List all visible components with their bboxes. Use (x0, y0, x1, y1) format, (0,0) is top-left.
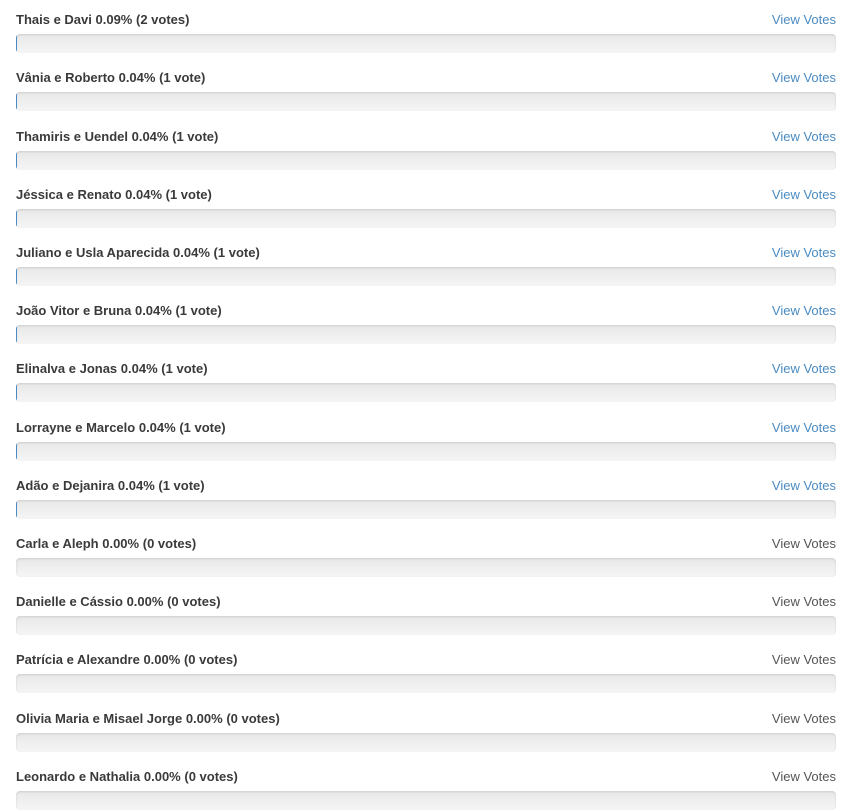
poll-option-votes: (1 vote) (179, 420, 226, 435)
poll-progress-bar (16, 151, 836, 170)
view-votes-disabled-link: View Votes (771, 652, 836, 667)
poll-option-row: Adão e Dejanira 0.04% (1 vote) View Vote… (16, 476, 836, 520)
poll-progress-bar (16, 442, 836, 461)
view-votes-link[interactable]: View Votes (772, 359, 836, 379)
poll-option-percent: 0.04% (118, 70, 156, 85)
poll-option-percent: 0.04% (173, 245, 210, 260)
poll-option-row: João Vitor e Bruna 0.04% (1 vote) View V… (16, 301, 836, 345)
poll-option-votes: (1 vote) (175, 303, 222, 318)
poll-option-votes: (1 vote) (213, 245, 260, 260)
poll-option-row: Carla e Aleph 0.00% (0 votes) View Votes (16, 534, 836, 578)
poll-progress-bar (16, 616, 836, 635)
poll-option-label: Thamiris e Uendel 0.04% (1 vote) (16, 127, 218, 147)
poll-option-percent: 0.00% (143, 652, 181, 667)
poll-option-row: Elinalva e Jonas 0.04% (1 vote) View Vot… (16, 359, 836, 403)
view-votes-link[interactable]: View Votes (772, 10, 836, 30)
poll-progress-bar (16, 383, 836, 402)
poll-option-votes: (0 votes) (142, 536, 197, 551)
view-votes-link[interactable]: View Votes (772, 185, 836, 205)
view-votes-link[interactable]: View Votes (772, 243, 836, 263)
poll-option-name: Jéssica e Renato (16, 187, 122, 202)
poll-option-label: Vânia e Roberto 0.04% (1 vote) (16, 68, 205, 88)
poll-option-name: João Vitor e Bruna (16, 303, 132, 318)
view-votes-link[interactable]: View Votes (772, 127, 836, 147)
poll-progress-bar (16, 791, 836, 810)
poll-option-votes: (0 votes) (167, 594, 221, 609)
poll-option-name: Adão e Dejanira (16, 478, 115, 493)
view-votes-link[interactable]: View Votes (772, 476, 836, 496)
view-votes-link[interactable]: View Votes (772, 301, 836, 321)
poll-option-label: Patrícia e Alexandre 0.00% (0 votes) (16, 650, 237, 670)
poll-option-label: Adão e Dejanira 0.04% (1 vote) (16, 476, 205, 496)
poll-option-votes: (0 votes) (184, 769, 238, 784)
poll-option-name: Olivia Maria e Misael Jorge (16, 711, 183, 726)
poll-option-label: João Vitor e Bruna 0.04% (1 vote) (16, 301, 222, 321)
poll-option-label: Danielle e Cássio 0.00% (0 votes) (16, 592, 221, 612)
poll-option-row: Olivia Maria e Misael Jorge 0.00% (0 vot… (16, 709, 836, 753)
view-votes-link[interactable]: View Votes (772, 418, 836, 438)
poll-option-percent: 0.04% (138, 420, 176, 435)
poll-option-label: Olivia Maria e Misael Jorge 0.00% (0 vot… (16, 709, 280, 729)
poll-option-percent: 0.04% (120, 361, 158, 376)
view-votes-disabled-link: View Votes (771, 594, 836, 609)
poll-option-row: Vânia e Roberto 0.04% (1 vote) View Vote… (16, 68, 836, 112)
poll-option-row: Juliano e Usla Aparecida 0.04% (1 vote) … (16, 243, 836, 287)
poll-progress-bar (16, 325, 836, 344)
poll-option-votes: (1 vote) (158, 478, 205, 493)
poll-option-label: Carla e Aleph 0.00% (0 votes) (16, 534, 196, 554)
view-votes-disabled-link: View Votes (771, 769, 836, 784)
poll-progress-bar (16, 209, 836, 228)
poll-option-row: Jéssica e Renato 0.04% (1 vote) View Vot… (16, 185, 836, 229)
poll-option-name: Thamiris e Uendel (16, 129, 128, 144)
poll-progress-bar (16, 733, 836, 752)
poll-option-name: Patrícia e Alexandre (16, 652, 140, 667)
poll-option-percent: 0.04% (134, 303, 172, 318)
poll-progress-fill (16, 34, 17, 53)
poll-option-percent: 0.04% (125, 187, 163, 202)
poll-option-percent: 0.00% (102, 536, 140, 551)
poll-option-name: Elinalva e Jonas (16, 361, 118, 376)
poll-option-row: Thais e Davi 0.09% (2 votes) View Votes (16, 10, 836, 54)
poll-option-row: Lorrayne e Marcelo 0.04% (1 vote) View V… (16, 418, 836, 462)
poll-option-name: Carla e Aleph (16, 536, 99, 551)
poll-option-name: Lorrayne e Marcelo (16, 420, 136, 435)
poll-progress-bar (16, 500, 836, 519)
poll-option-label: Juliano e Usla Aparecida 0.04% (1 vote) (16, 243, 260, 263)
poll-option-row: Danielle e Cássio 0.00% (0 votes) View V… (16, 592, 836, 636)
view-votes-disabled-link: View Votes (771, 536, 836, 551)
poll-option-votes: (1 vote) (159, 70, 206, 85)
poll-option-percent: 0.04% (117, 478, 155, 493)
poll-option-name: Thais e Davi (16, 12, 92, 27)
poll-option-votes: (0 votes) (183, 652, 238, 667)
poll-option-votes: (1 vote) (172, 129, 219, 144)
poll-option-label: Leonardo e Nathalia 0.00% (0 votes) (16, 767, 238, 787)
poll-option-name: Juliano e Usla Aparecida (16, 245, 170, 260)
poll-option-row: Thamiris e Uendel 0.04% (1 vote) View Vo… (16, 127, 836, 171)
poll-option-label: Jéssica e Renato 0.04% (1 vote) (16, 185, 212, 205)
poll-option-percent: 0.04% (131, 129, 169, 144)
poll-option-votes: (2 votes) (136, 12, 190, 27)
poll-option-label: Elinalva e Jonas 0.04% (1 vote) (16, 359, 208, 379)
view-votes-link[interactable]: View Votes (772, 68, 836, 88)
poll-option-percent: 0.00% (126, 594, 164, 609)
poll-option-votes: (0 votes) (226, 711, 280, 726)
poll-option-name: Danielle e Cássio (16, 594, 123, 609)
poll-progress-bar (16, 92, 836, 111)
poll-option-votes: (1 vote) (161, 361, 208, 376)
poll-option-percent: 0.09% (95, 12, 133, 27)
poll-progress-bar (16, 34, 836, 53)
poll-progress-bar (16, 674, 836, 693)
poll-option-percent: 0.00% (143, 769, 181, 784)
poll-option-votes: (1 vote) (165, 187, 212, 202)
poll-progress-bar (16, 558, 836, 577)
poll-option-name: Vânia e Roberto (16, 70, 115, 85)
poll-option-name: Leonardo e Nathalia (16, 769, 141, 784)
poll-option-percent: 0.00% (185, 711, 223, 726)
poll-option-label: Lorrayne e Marcelo 0.04% (1 vote) (16, 418, 226, 438)
view-votes-disabled-link: View Votes (771, 711, 836, 726)
poll-option-row: Patrícia e Alexandre 0.00% (0 votes) Vie… (16, 650, 836, 694)
poll-progress-bar (16, 267, 836, 286)
poll-option-row: Leonardo e Nathalia 0.00% (0 votes) View… (16, 767, 836, 811)
poll-option-label: Thais e Davi 0.09% (2 votes) (16, 10, 189, 30)
